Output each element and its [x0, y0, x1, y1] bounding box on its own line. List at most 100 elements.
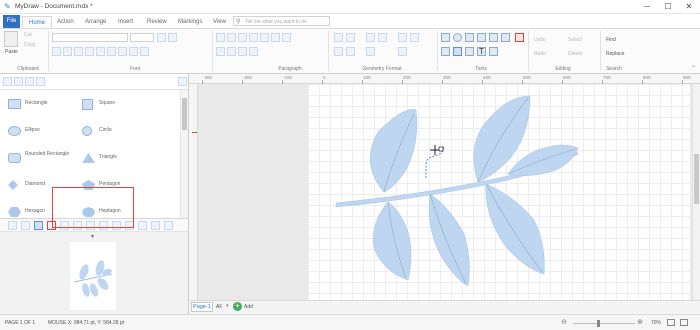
overview-viewport-rect[interactable]	[52, 187, 134, 228]
align-middle-icon[interactable]	[227, 47, 236, 56]
leaf-drawing[interactable]	[308, 84, 690, 300]
line-tool-icon[interactable]	[465, 33, 474, 42]
tab-action[interactable]: Action	[51, 16, 80, 28]
leaf-lower-left[interactable]	[373, 201, 412, 281]
paste-icon[interactable]	[4, 31, 18, 47]
style-icon[interactable]	[334, 47, 343, 56]
zoom-in-icon[interactable]: ⊕	[637, 318, 643, 326]
subscript-icon[interactable]	[118, 47, 127, 56]
ellipse-tool-icon[interactable]	[453, 33, 462, 42]
zoom-fit-icon[interactable]	[8, 221, 17, 230]
underline-icon[interactable]	[74, 47, 83, 56]
close-panel-icon[interactable]	[178, 77, 187, 86]
shapes-scrollbar[interactable]	[180, 90, 188, 218]
effects-icon[interactable]	[366, 47, 375, 56]
paste-label[interactable]: Paste	[5, 49, 18, 55]
redo-button[interactable]: Redo	[534, 51, 546, 57]
text-tool-icon[interactable]: T	[477, 47, 486, 56]
align-top-icon[interactable]	[216, 47, 225, 56]
tell-me-search[interactable]: ⚲ Tell me what you want to do	[233, 16, 330, 26]
numbering-icon[interactable]	[271, 33, 280, 42]
grow-font-icon[interactable]	[157, 33, 166, 42]
italic-icon[interactable]	[63, 47, 72, 56]
connector-tool-icon[interactable]	[453, 47, 462, 56]
fill-icon[interactable]	[334, 33, 343, 42]
font-size-select[interactable]	[130, 33, 154, 42]
rectangle-tool-icon[interactable]	[441, 33, 450, 42]
align-right-icon[interactable]	[238, 33, 247, 42]
curve-tool-icon[interactable]	[501, 33, 510, 42]
canvas-vertical-scrollbar[interactable]	[692, 84, 700, 300]
overview-select-icon[interactable]	[34, 221, 43, 230]
font-color-icon[interactable]	[96, 47, 105, 56]
distribute-icon[interactable]	[151, 221, 160, 230]
drawing-page[interactable]	[308, 84, 690, 300]
overview-panel[interactable]	[0, 232, 188, 314]
connection-point-tool-icon[interactable]	[489, 47, 498, 56]
zoom-out-icon[interactable]: ⊖	[561, 318, 567, 326]
pointer-tool-icon[interactable]	[441, 47, 450, 56]
chevron-down-icon[interactable]: ▾	[226, 303, 229, 309]
tab-view[interactable]: View	[207, 16, 232, 28]
replace-button[interactable]: Replace	[606, 51, 624, 57]
cut-button[interactable]: Cut	[24, 32, 32, 38]
style-options-icon[interactable]	[346, 47, 355, 56]
page-tab-1[interactable]: Page-1	[191, 302, 213, 312]
leaf-right-tip[interactable]	[507, 144, 579, 176]
leaf-lower-right[interactable]	[485, 183, 545, 275]
add-page-icon[interactable]: +	[233, 302, 242, 311]
more-shapes-icon[interactable]	[36, 77, 45, 86]
shape-item-ellipse[interactable]: Ellipse	[8, 123, 88, 143]
format-painter-icon[interactable]	[398, 47, 407, 56]
shape-item-circle[interactable]: Circle	[82, 123, 162, 143]
justify-icon[interactable]	[249, 33, 258, 42]
bullets-icon[interactable]	[260, 33, 269, 42]
shape-item-triangle[interactable]: Triangle	[82, 150, 162, 170]
select-button[interactable]: Select	[568, 37, 582, 43]
arrow-shape-icon[interactable]	[25, 77, 34, 86]
close-button[interactable]: ✕	[679, 2, 699, 12]
overview-more-icon[interactable]	[164, 221, 173, 230]
tab-file[interactable]: File	[3, 15, 20, 28]
maximize-button[interactable]: ☐	[658, 2, 678, 12]
shrink-font-icon[interactable]	[168, 33, 177, 42]
find-button[interactable]: Find	[606, 37, 616, 43]
strikethrough-icon[interactable]	[85, 47, 94, 56]
indent-icon[interactable]	[282, 33, 291, 42]
shadow-options-icon[interactable]	[410, 33, 419, 42]
shadow-icon[interactable]	[398, 33, 407, 42]
leaf-lower-middle[interactable]	[428, 193, 470, 287]
tab-arrange[interactable]: Arrange	[79, 16, 112, 28]
font-family-select[interactable]	[52, 33, 128, 42]
fill-options-icon[interactable]	[346, 33, 355, 42]
undo-button[interactable]: Undo	[534, 37, 546, 43]
polyline-tool-icon[interactable]	[477, 33, 486, 42]
zoom-slider-thumb[interactable]	[597, 320, 600, 327]
superscript-icon[interactable]	[129, 47, 138, 56]
copy-button[interactable]: Copy	[24, 42, 36, 48]
delete-button[interactable]: Delete	[568, 51, 582, 57]
tab-markings[interactable]: Markings	[172, 16, 208, 28]
all-pages-dropdown[interactable]: All	[216, 304, 222, 310]
freeform-tool-icon[interactable]	[465, 47, 474, 56]
line-options-icon[interactable]	[378, 33, 387, 42]
overview-toggle-icon[interactable]: ▾	[91, 233, 94, 240]
scrollbar-thumb[interactable]	[182, 98, 187, 130]
shape-item-rounded[interactable]: Rounded Rectangle	[8, 150, 88, 170]
shape-item-rect[interactable]: Rectangle	[8, 96, 88, 116]
align-icon[interactable]	[138, 221, 147, 230]
align-left-icon[interactable]	[216, 33, 225, 42]
tab-review[interactable]: Review	[141, 16, 173, 28]
tab-home[interactable]: Home	[22, 16, 53, 28]
text-direction-icon[interactable]	[249, 47, 258, 56]
pen-color-icon[interactable]	[515, 33, 524, 42]
collapse-ribbon-icon[interactable]: ⌃	[691, 65, 696, 72]
shape-item-square[interactable]: Square	[82, 96, 162, 116]
text-shape-icon[interactable]	[14, 77, 23, 86]
library-icon[interactable]	[3, 77, 12, 86]
tab-insert[interactable]: Insert	[112, 16, 139, 28]
minimize-button[interactable]: ─	[637, 2, 657, 12]
clear-format-icon[interactable]	[140, 47, 149, 56]
pan-icon[interactable]	[21, 221, 30, 230]
zoom-slider[interactable]	[573, 323, 635, 324]
